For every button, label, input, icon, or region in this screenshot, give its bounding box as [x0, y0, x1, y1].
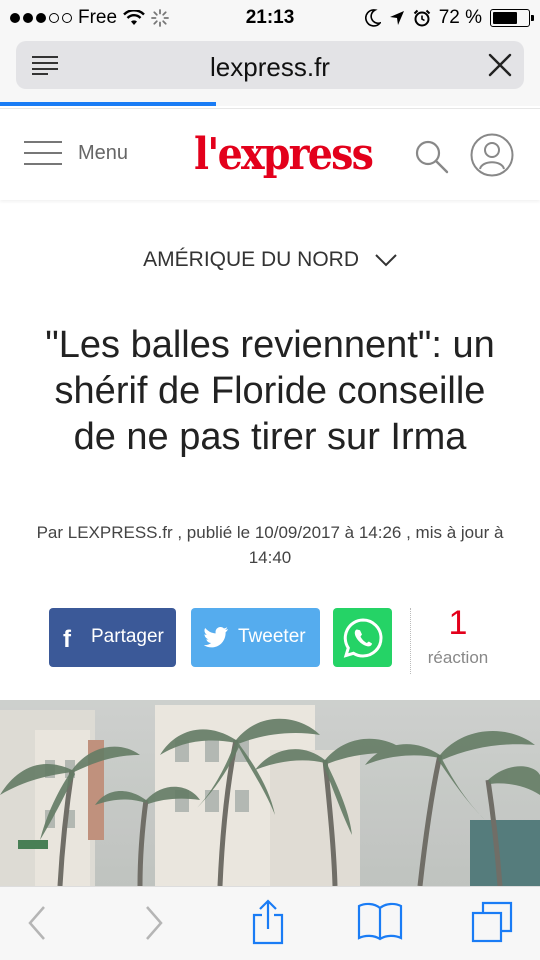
section-selector[interactable]: AMÉRIQUE DU NORD — [0, 248, 540, 272]
tabs-icon[interactable] — [471, 901, 515, 943]
section-label: AMÉRIQUE DU NORD — [143, 248, 359, 271]
status-right: 72 % — [364, 7, 534, 29]
chevron-down-icon — [375, 254, 397, 267]
site-header: Menu l'express — [0, 108, 540, 200]
user-icon[interactable] — [470, 133, 514, 177]
twitter-share-label: Tweeter — [238, 626, 306, 647]
back-icon[interactable] — [26, 905, 48, 941]
close-icon[interactable] — [488, 53, 512, 77]
search-icon[interactable] — [414, 139, 450, 175]
facebook-share-label: Partager — [91, 626, 164, 647]
whatsapp-share-button[interactable] — [333, 608, 392, 667]
bookmarks-icon[interactable] — [357, 901, 403, 941]
battery-icon — [490, 9, 534, 27]
battery-percent: 72 % — [438, 7, 482, 28]
address-bar[interactable]: lexpress.fr — [16, 41, 524, 89]
browser-address-area: lexpress.fr — [0, 36, 540, 106]
site-logo[interactable]: l'express — [194, 129, 374, 180]
share-bar: f Partager Tweeter 1 réaction — [0, 604, 540, 674]
twitter-icon — [203, 626, 228, 648]
page-load-progress — [0, 102, 216, 106]
whatsapp-icon — [343, 618, 383, 658]
forward-icon[interactable] — [143, 905, 165, 941]
storm-palm-trees-image — [0, 700, 540, 886]
facebook-icon: f — [63, 626, 71, 653]
browser-toolbar — [0, 886, 540, 960]
reaction-label[interactable]: réaction — [420, 648, 496, 668]
article-headline: "Les balles reviennent": un shérif de Fl… — [45, 324, 495, 458]
article-photo — [0, 700, 540, 886]
alarm-icon — [413, 9, 430, 27]
facebook-share-button[interactable]: f Partager — [49, 608, 176, 667]
reaction-count[interactable]: 1 — [420, 604, 496, 643]
location-icon — [389, 11, 404, 25]
hamburger-menu-icon[interactable] — [24, 141, 62, 165]
url-text[interactable]: lexpress.fr — [16, 52, 524, 83]
status-bar: Free 21:13 72 % — [0, 0, 540, 36]
article-byline: Par LEXPRESS.fr , publié le 10/09/2017 à… — [36, 523, 504, 567]
moon-icon — [364, 9, 381, 27]
share-divider — [410, 608, 411, 674]
share-icon[interactable] — [250, 899, 286, 945]
twitter-share-button[interactable]: Tweeter — [191, 608, 320, 667]
menu-label[interactable]: Menu — [78, 142, 128, 165]
